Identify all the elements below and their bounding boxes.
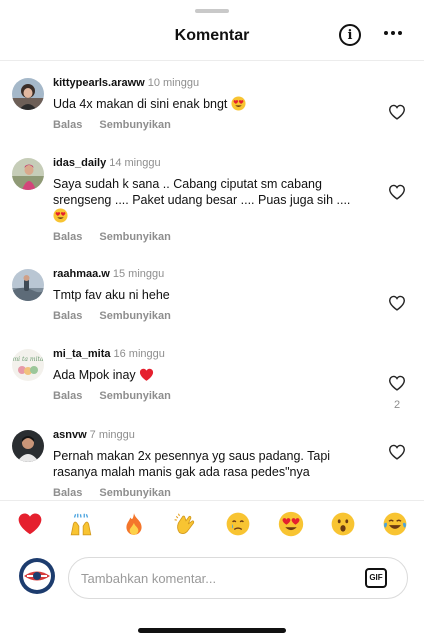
reactions-divider [0, 500, 424, 501]
gif-button[interactable]: GIF [365, 568, 387, 588]
hide-button[interactable]: Sembunyikan [99, 231, 171, 243]
comment-body: asnvw 7 minggu Pernah makan 2x pesennya y… [53, 428, 373, 499]
header: Komentar i [0, 22, 424, 52]
more-options-icon[interactable] [384, 29, 402, 37]
reply-button[interactable]: Balas [53, 119, 82, 131]
like-heart-icon[interactable] [388, 375, 406, 391]
comments-sheet: Komentar i kittypearls.araww10 minggu U [0, 0, 424, 642]
avatar[interactable] [12, 78, 44, 110]
comment-text: Pernah makan 2x pesennya yg saus padang.… [53, 449, 331, 479]
comment-username[interactable]: mi_ta_mita [53, 348, 110, 360]
comment-body: raahmaa.w 15 minggu Tmtp fav aku ni hehe … [53, 267, 373, 322]
hide-button[interactable]: Sembunyikan [99, 487, 171, 499]
avatar[interactable] [12, 158, 44, 190]
comment-username[interactable]: idas_daily [53, 157, 106, 169]
comment-time: 7 minggu [89, 429, 135, 441]
comment-input-wrapper: GIF [68, 557, 408, 599]
like-heart-icon[interactable] [388, 295, 406, 311]
comment-time: 16 minggu [113, 348, 165, 360]
comment-username[interactable]: asnvw [53, 429, 87, 441]
clapping-hands-icon[interactable] [172, 511, 200, 539]
red-heart-icon[interactable] [16, 511, 44, 539]
avatar[interactable] [12, 269, 44, 301]
comment-body: mi_ta_mita 16 minggu Ada Mpok inay Balas S… [53, 347, 373, 402]
reply-button[interactable]: Balas [53, 310, 82, 322]
comment-text: Ada Mpok inay [53, 367, 373, 383]
avatar[interactable] [12, 430, 44, 462]
fire-icon[interactable] [120, 511, 148, 539]
like-heart-icon[interactable] [388, 104, 406, 120]
comment-text: Tmtp fav aku ni hehe [53, 288, 170, 302]
comment-composer: GIF [0, 552, 424, 604]
reply-button[interactable]: Balas [53, 231, 82, 243]
tears-of-joy-icon[interactable] [381, 511, 409, 539]
reply-button[interactable]: Balas [53, 390, 82, 402]
hide-button[interactable]: Sembunyikan [99, 390, 171, 402]
raising-hands-icon[interactable] [67, 511, 95, 539]
comment-time: 10 minggu [147, 77, 200, 89]
comment-body: idas_daily 14 minggu Saya sudah k sana ..… [53, 156, 373, 243]
info-icon[interactable]: i [339, 24, 361, 46]
like-count: 2 [393, 399, 401, 411]
avatar[interactable]: mi ta mita [12, 349, 44, 381]
comment-input[interactable] [81, 558, 351, 598]
heart-eyes-icon [53, 208, 68, 223]
comment-text: Saya sudah k sana .. Cabang ciputat sm c… [53, 176, 373, 224]
current-user-avatar [16, 555, 58, 597]
comment-username[interactable]: raahmaa.w [53, 268, 110, 280]
astonished-face-icon[interactable] [329, 511, 357, 539]
reply-button[interactable]: Balas [53, 487, 82, 499]
quick-reactions-bar [0, 511, 424, 543]
like-heart-icon[interactable] [388, 444, 406, 460]
comment-text: Uda 4x makan di sini enak bngt [53, 96, 373, 112]
hide-button[interactable]: Sembunyikan [99, 119, 171, 131]
heart-eyes-icon[interactable] [277, 511, 305, 539]
crying-face-icon[interactable] [224, 511, 252, 539]
svg-text:mi ta mita: mi ta mita [12, 356, 43, 363]
sheet-drag-handle[interactable] [195, 9, 229, 13]
home-indicator [138, 628, 286, 633]
comment-time: 14 minggu [109, 157, 161, 169]
comment-time: 15 minggu [112, 268, 165, 280]
comment-username[interactable]: kittypearls.araww [53, 77, 145, 89]
red-heart-icon [139, 367, 154, 382]
hide-button[interactable]: Sembunyikan [99, 310, 171, 322]
heart-eyes-icon [231, 96, 246, 111]
comment-body: kittypearls.araww 10 minggu Uda 4x makan … [53, 76, 373, 131]
comment-list[interactable]: kittypearls.araww 10 minggu Uda 4x makan … [0, 62, 424, 500]
like-heart-icon[interactable] [388, 184, 406, 200]
header-divider [0, 60, 424, 61]
